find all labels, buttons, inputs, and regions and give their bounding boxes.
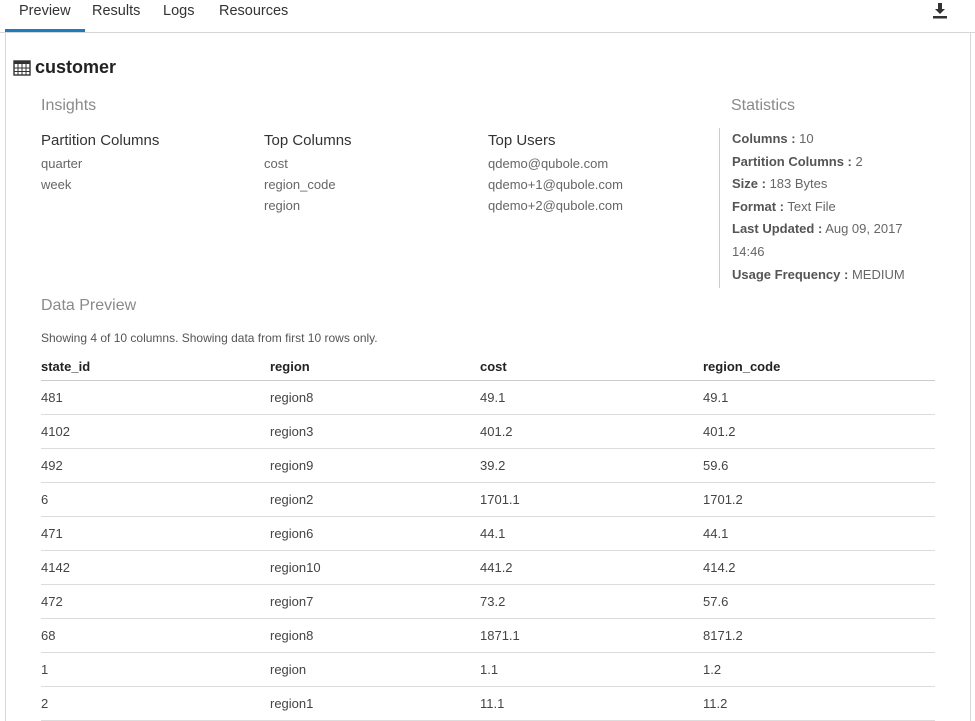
table-cell: region <box>270 662 307 677</box>
table-cell: 49.1 <box>703 390 729 405</box>
list-item: qdemo@qubole.com <box>488 156 609 171</box>
table-title: customer <box>35 57 117 77</box>
table-cell: region10 <box>270 560 321 575</box>
table-cell: 414.2 <box>703 560 736 575</box>
table-row: 471 region6 44.1 44.1 <box>41 517 935 551</box>
insights-heading: Insights <box>41 97 97 114</box>
table-cell: 44.1 <box>480 526 506 541</box>
table-row: 492 region9 39.2 59.6 <box>41 449 935 483</box>
table-cell: 441.2 <box>480 560 513 575</box>
list-item: qdemo+2@qubole.com <box>488 198 623 213</box>
table-cell: 59.6 <box>703 458 729 473</box>
tab-results[interactable]: Results <box>92 3 140 19</box>
table-row: 481 region8 49.1 49.1 <box>41 381 935 415</box>
table-row: 472 region7 73.2 57.6 <box>41 585 935 619</box>
table-cell: 1701.2 <box>703 492 743 507</box>
column-header-cost: cost <box>480 358 507 374</box>
table-cell: 1.2 <box>703 662 722 677</box>
statistics-heading: Statistics <box>731 97 796 114</box>
table-cell: 472 <box>41 594 63 609</box>
statistics-panel: Columns : 10 Partition Columns : 2 Size … <box>719 128 919 288</box>
table-cell: 1701.1 <box>480 492 520 507</box>
table-row: 68 region8 1871.1 8171.2 <box>41 619 935 653</box>
download-icon[interactable] <box>931 2 949 20</box>
table-cell: 481 <box>41 390 63 405</box>
table-cell: region6 <box>270 526 314 541</box>
tab-logs[interactable]: Logs <box>163 3 194 19</box>
table-cell: 1 <box>41 662 49 677</box>
list-item: qdemo+1@qubole.com <box>488 177 623 192</box>
table-cell: 11.2 <box>703 696 728 711</box>
top-users-heading: Top Users <box>488 132 556 149</box>
partition-columns-list: quarter week <box>41 153 82 195</box>
table-cell: 44.1 <box>703 526 729 541</box>
list-item: region <box>264 198 301 213</box>
showing-info: Showing 4 of 10 columns. Showing data fr… <box>41 331 378 345</box>
table-title-row: customer <box>13 57 116 78</box>
table-cell: region3 <box>270 424 314 439</box>
stat-partition-columns: Partition Columns : 2 <box>732 153 863 169</box>
table-grid-icon <box>13 59 31 76</box>
table-cell: 1.1 <box>480 662 499 677</box>
table-cell: 57.6 <box>703 594 729 609</box>
stat-last-updated: Last Updated : Aug 09, 2017 14:46 <box>732 221 903 259</box>
table-cell: 4102 <box>41 424 70 439</box>
data-preview-table: state_id region cost region_code 481 regi… <box>41 352 935 721</box>
column-header-region: region <box>270 358 310 374</box>
partition-columns-heading: Partition Columns <box>41 132 160 149</box>
table-cell: 68 <box>41 628 56 643</box>
table-cell: 401.2 <box>703 424 736 439</box>
table-cell: 6 <box>41 492 49 507</box>
table-cell: region1 <box>270 696 314 711</box>
table-cell: 8171.2 <box>703 628 743 643</box>
stat-columns: Columns : 10 <box>732 131 814 146</box>
table-row: 4142 region10 441.2 414.2 <box>41 551 935 585</box>
table-cell: 1871.1 <box>480 628 520 643</box>
list-item: region_code <box>264 177 336 192</box>
table-row: 2 region1 11.1 11.2 <box>41 687 935 721</box>
tab-preview[interactable]: Preview <box>5 3 85 32</box>
list-item: cost <box>264 156 288 171</box>
tab-bar: Preview Results Logs Resources <box>0 0 975 33</box>
table-cell: region8 <box>270 390 314 405</box>
data-preview-heading: Data Preview <box>41 297 137 314</box>
table-cell: 401.2 <box>480 424 513 439</box>
list-item: quarter <box>41 156 83 171</box>
stat-size: Size : 183 Bytes <box>732 176 828 192</box>
table-header: state_id region cost region_code <box>41 352 935 381</box>
table-cell: 492 <box>41 458 63 473</box>
table-cell: 39.2 <box>480 458 506 473</box>
table-cell: region2 <box>270 492 314 507</box>
stat-usage-frequency: Usage Frequency : MEDIUM <box>732 266 905 282</box>
table-cell: region9 <box>270 458 314 473</box>
column-header-region-code: region_code <box>703 358 781 374</box>
table-cell: 4142 <box>41 560 70 575</box>
top-users-list: qdemo@qubole.com qdemo+1@qubole.com qdem… <box>488 153 623 216</box>
table-cell: 73.2 <box>480 594 506 609</box>
stat-format: Format : Text File <box>732 198 836 214</box>
table-cell: region8 <box>270 628 314 643</box>
table-row: 6 region2 1701.1 1701.2 <box>41 483 935 517</box>
table-cell: 2 <box>41 696 49 711</box>
table-cell: 49.1 <box>480 390 506 405</box>
table-cell: region7 <box>270 594 314 609</box>
column-header-state-id: state_id <box>41 358 91 374</box>
top-columns-heading: Top Columns <box>264 132 352 149</box>
list-item: week <box>41 177 72 192</box>
table-row: 1 region 1.1 1.2 <box>41 653 935 687</box>
table-row: 4102 region3 401.2 401.2 <box>41 415 935 449</box>
tab-resources[interactable]: Resources <box>219 3 288 19</box>
top-columns-list: cost region_code region <box>264 153 336 216</box>
table-cell: 11.1 <box>480 696 505 711</box>
table-cell: 471 <box>41 526 63 541</box>
